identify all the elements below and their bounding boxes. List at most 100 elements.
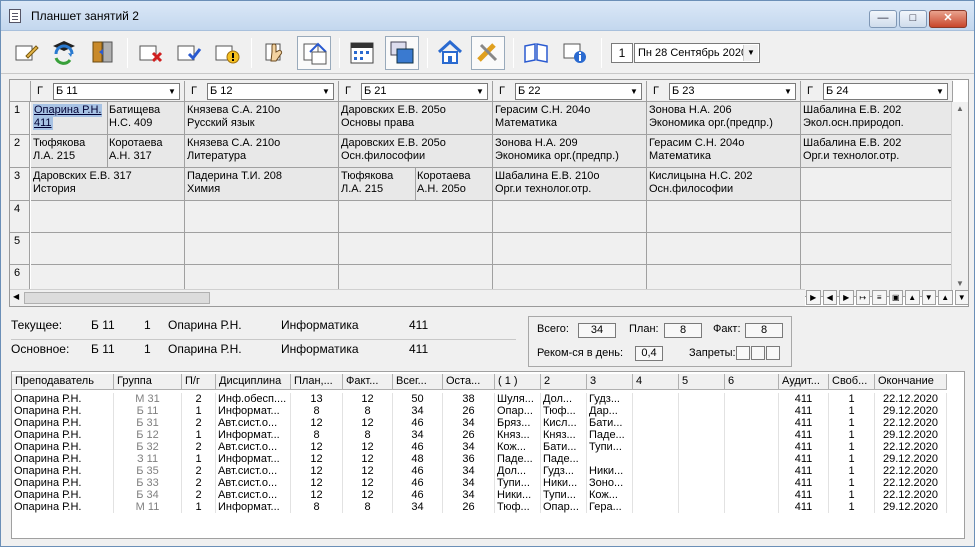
move-button[interactable] xyxy=(297,36,331,70)
ban-box[interactable] xyxy=(766,346,780,360)
delete-button[interactable] xyxy=(133,36,167,70)
chevron-down-icon[interactable]: ▼ xyxy=(319,84,333,99)
column-header[interactable]: Оста... xyxy=(443,374,495,390)
schedule-cell[interactable]: Даровских Е.В. 317 История xyxy=(31,168,185,201)
day-number-field[interactable]: 1 xyxy=(611,43,633,63)
column-header[interactable]: Своб... xyxy=(829,374,875,390)
move-bottom-icon[interactable]: ▼ xyxy=(954,290,968,305)
group-flag[interactable]: Г xyxy=(345,84,357,98)
schedule-cell[interactable] xyxy=(31,233,185,265)
table-row[interactable]: Опарина Р.Н. Б 32 2 Авт.сист.о... 12 12 46 34 Ко… xyxy=(12,441,964,453)
schedule-cell[interactable]: Тюфякова Л.А. 215 Коротаева А.Н. 205о xyxy=(339,168,493,201)
column-header[interactable]: 3 xyxy=(587,374,633,390)
chevron-down-icon[interactable]: ▼ xyxy=(627,84,641,99)
scroll-up-icon[interactable]: ▲ xyxy=(956,104,964,113)
group-select[interactable]: Б 24 ▼ xyxy=(823,83,948,100)
scroll-left-icon[interactable]: ◀ xyxy=(13,292,19,301)
schedule-cell[interactable] xyxy=(493,201,647,233)
calendar-button[interactable] xyxy=(345,36,379,70)
column-header[interactable]: Всег... xyxy=(393,374,443,390)
group-select[interactable]: Б 22 ▼ xyxy=(515,83,642,100)
schedule-cell[interactable]: Князева С.А. 210о Русский язык xyxy=(185,102,339,135)
close-button[interactable]: ✕ xyxy=(929,10,967,28)
scroll-down-icon[interactable]: ▼ xyxy=(956,279,964,288)
schedule-cell[interactable] xyxy=(647,233,801,265)
door-button[interactable] xyxy=(85,36,119,70)
info-button[interactable] xyxy=(557,36,591,70)
table-row[interactable]: Опарина Р.Н. Б 35 2 Авт.сист.о... 12 12 46 34 До… xyxy=(12,465,964,477)
maximize-button[interactable]: □ xyxy=(899,10,927,28)
first-icon[interactable]: ◀ xyxy=(822,290,837,305)
ban-box[interactable] xyxy=(736,346,750,360)
edit-button[interactable] xyxy=(9,36,43,70)
schedule-cell[interactable]: Даровских Е.В. 205о Осн.философии xyxy=(339,135,493,168)
schedule-cell[interactable]: Герасим С.Н. 204о Математика xyxy=(493,102,647,135)
horizontal-scrollbar[interactable]: ◀ xyxy=(10,289,805,306)
schedule-cell[interactable]: Зонова Н.А. 206 Экономика орг.(предпр.) xyxy=(647,102,801,135)
schedule-cell[interactable]: Падерина Т.И. 208 Химия xyxy=(185,168,339,201)
table-row[interactable]: Опарина Р.Н. Б 12 1 Информат... 8 8 34 26 Княз..… xyxy=(12,429,964,441)
schedule-cell[interactable] xyxy=(801,168,953,201)
column-header[interactable]: Факт... xyxy=(343,374,393,390)
move-up-icon[interactable]: ▲ xyxy=(905,290,920,305)
schedule-cell[interactable]: Опарина Р.Н. 411 Батищева Н.С. 409 xyxy=(31,102,185,135)
chevron-down-icon[interactable]: ▼ xyxy=(743,45,758,61)
table-row[interactable]: Опарина Р.Н. Б 33 2 Авт.сист.о... 12 12 46 34 Ту… xyxy=(12,477,964,489)
column-header[interactable]: Группа xyxy=(114,374,182,390)
teachers-button[interactable] xyxy=(47,36,81,70)
column-header[interactable]: П/г xyxy=(182,374,216,390)
group-select[interactable]: Б 21 ▼ xyxy=(361,83,488,100)
schedule-cell[interactable] xyxy=(339,201,493,233)
home-button[interactable] xyxy=(433,36,467,70)
ban-box[interactable] xyxy=(751,346,765,360)
schedule-cell[interactable]: Князева С.А. 210о Литература xyxy=(185,135,339,168)
schedule-cell[interactable] xyxy=(31,201,185,233)
confirm-button[interactable] xyxy=(171,36,205,70)
schedule-cell[interactable] xyxy=(493,233,647,265)
column-header[interactable]: План,... xyxy=(291,374,343,390)
schedule-cell[interactable] xyxy=(647,201,801,233)
schedule-cell[interactable]: Шабалина Е.В. 202 Орг.и технолог.отр. xyxy=(801,135,953,168)
group-flag[interactable]: Г xyxy=(191,84,203,98)
schedule-cell[interactable]: Тюфякова Л.А. 215 Коротаева А.Н. 317 xyxy=(31,135,185,168)
column-header[interactable]: Преподаватель xyxy=(12,374,114,390)
column-header[interactable]: 2 xyxy=(541,374,587,390)
tools-button[interactable] xyxy=(471,36,505,70)
schedule-cell[interactable]: Герасим С.Н. 204о Математика xyxy=(647,135,801,168)
chevron-down-icon[interactable]: ▼ xyxy=(781,84,795,99)
schedule-cell[interactable]: Шабалина Е.В. 202 Экол.осн.природоп. xyxy=(801,102,953,135)
move-down-icon[interactable]: ▼ xyxy=(921,290,936,305)
schedule-cell[interactable] xyxy=(339,233,493,265)
scroll-right-icon[interactable]: ▶ xyxy=(806,290,821,305)
group-flag[interactable]: Г xyxy=(807,84,819,98)
last-icon[interactable]: ↦ xyxy=(855,290,870,305)
prev-icon[interactable]: ▶ xyxy=(839,290,854,305)
table-row[interactable]: Опарина Р.Н. М 31 2 Инф.обесп.... 13 12 50 38 Шу… xyxy=(12,393,964,405)
column-header[interactable]: 6 xyxy=(725,374,779,390)
date-select[interactable]: Пн 28 Сентябрь 2020 ▼ xyxy=(634,43,760,63)
schedule-cell[interactable] xyxy=(801,233,953,265)
table-row[interactable]: Опарина Р.Н. М 11 1 Информат... 8 8 34 26 Тюф...… xyxy=(12,501,964,513)
table-row[interactable]: Опарина Р.Н. З 11 1 Информат... 12 12 48 36 Паде… xyxy=(12,453,964,465)
chevron-down-icon[interactable]: ▼ xyxy=(473,84,487,99)
column-header[interactable]: Окончание xyxy=(875,374,947,390)
schedule-cell[interactable] xyxy=(801,201,953,233)
group-select[interactable]: Б 12 ▼ xyxy=(207,83,334,100)
chevron-down-icon[interactable]: ▼ xyxy=(165,84,179,99)
group-flag[interactable]: Г xyxy=(37,84,49,98)
column-header[interactable]: Аудит... xyxy=(779,374,829,390)
list-icon[interactable]: ≡ xyxy=(872,290,887,305)
column-header[interactable]: Дисциплина xyxy=(216,374,291,390)
vertical-scrollbar[interactable]: ▲ ▼ xyxy=(951,102,968,290)
column-header[interactable]: 4 xyxy=(633,374,679,390)
table-row[interactable]: Опарина Р.Н. Б 31 2 Авт.сист.о... 12 12 46 34 Бр… xyxy=(12,417,964,429)
chevron-down-icon[interactable]: ▼ xyxy=(933,84,947,99)
table-row[interactable]: Опарина Р.Н. Б 34 2 Авт.сист.о... 12 12 46 34 Ни… xyxy=(12,489,964,501)
book-button[interactable] xyxy=(519,36,553,70)
table-row[interactable]: Опарина Р.Н. Б 11 1 Информат... 8 8 34 26 Опар..… xyxy=(12,405,964,417)
group-flag[interactable]: Г xyxy=(499,84,511,98)
schedule-cell[interactable]: Кислицына Н.С. 202 Осн.философии xyxy=(647,168,801,201)
minimize-button[interactable]: — xyxy=(869,10,897,28)
group-select[interactable]: Б 23 ▼ xyxy=(669,83,796,100)
move-top-icon[interactable]: ▲ xyxy=(938,290,953,305)
